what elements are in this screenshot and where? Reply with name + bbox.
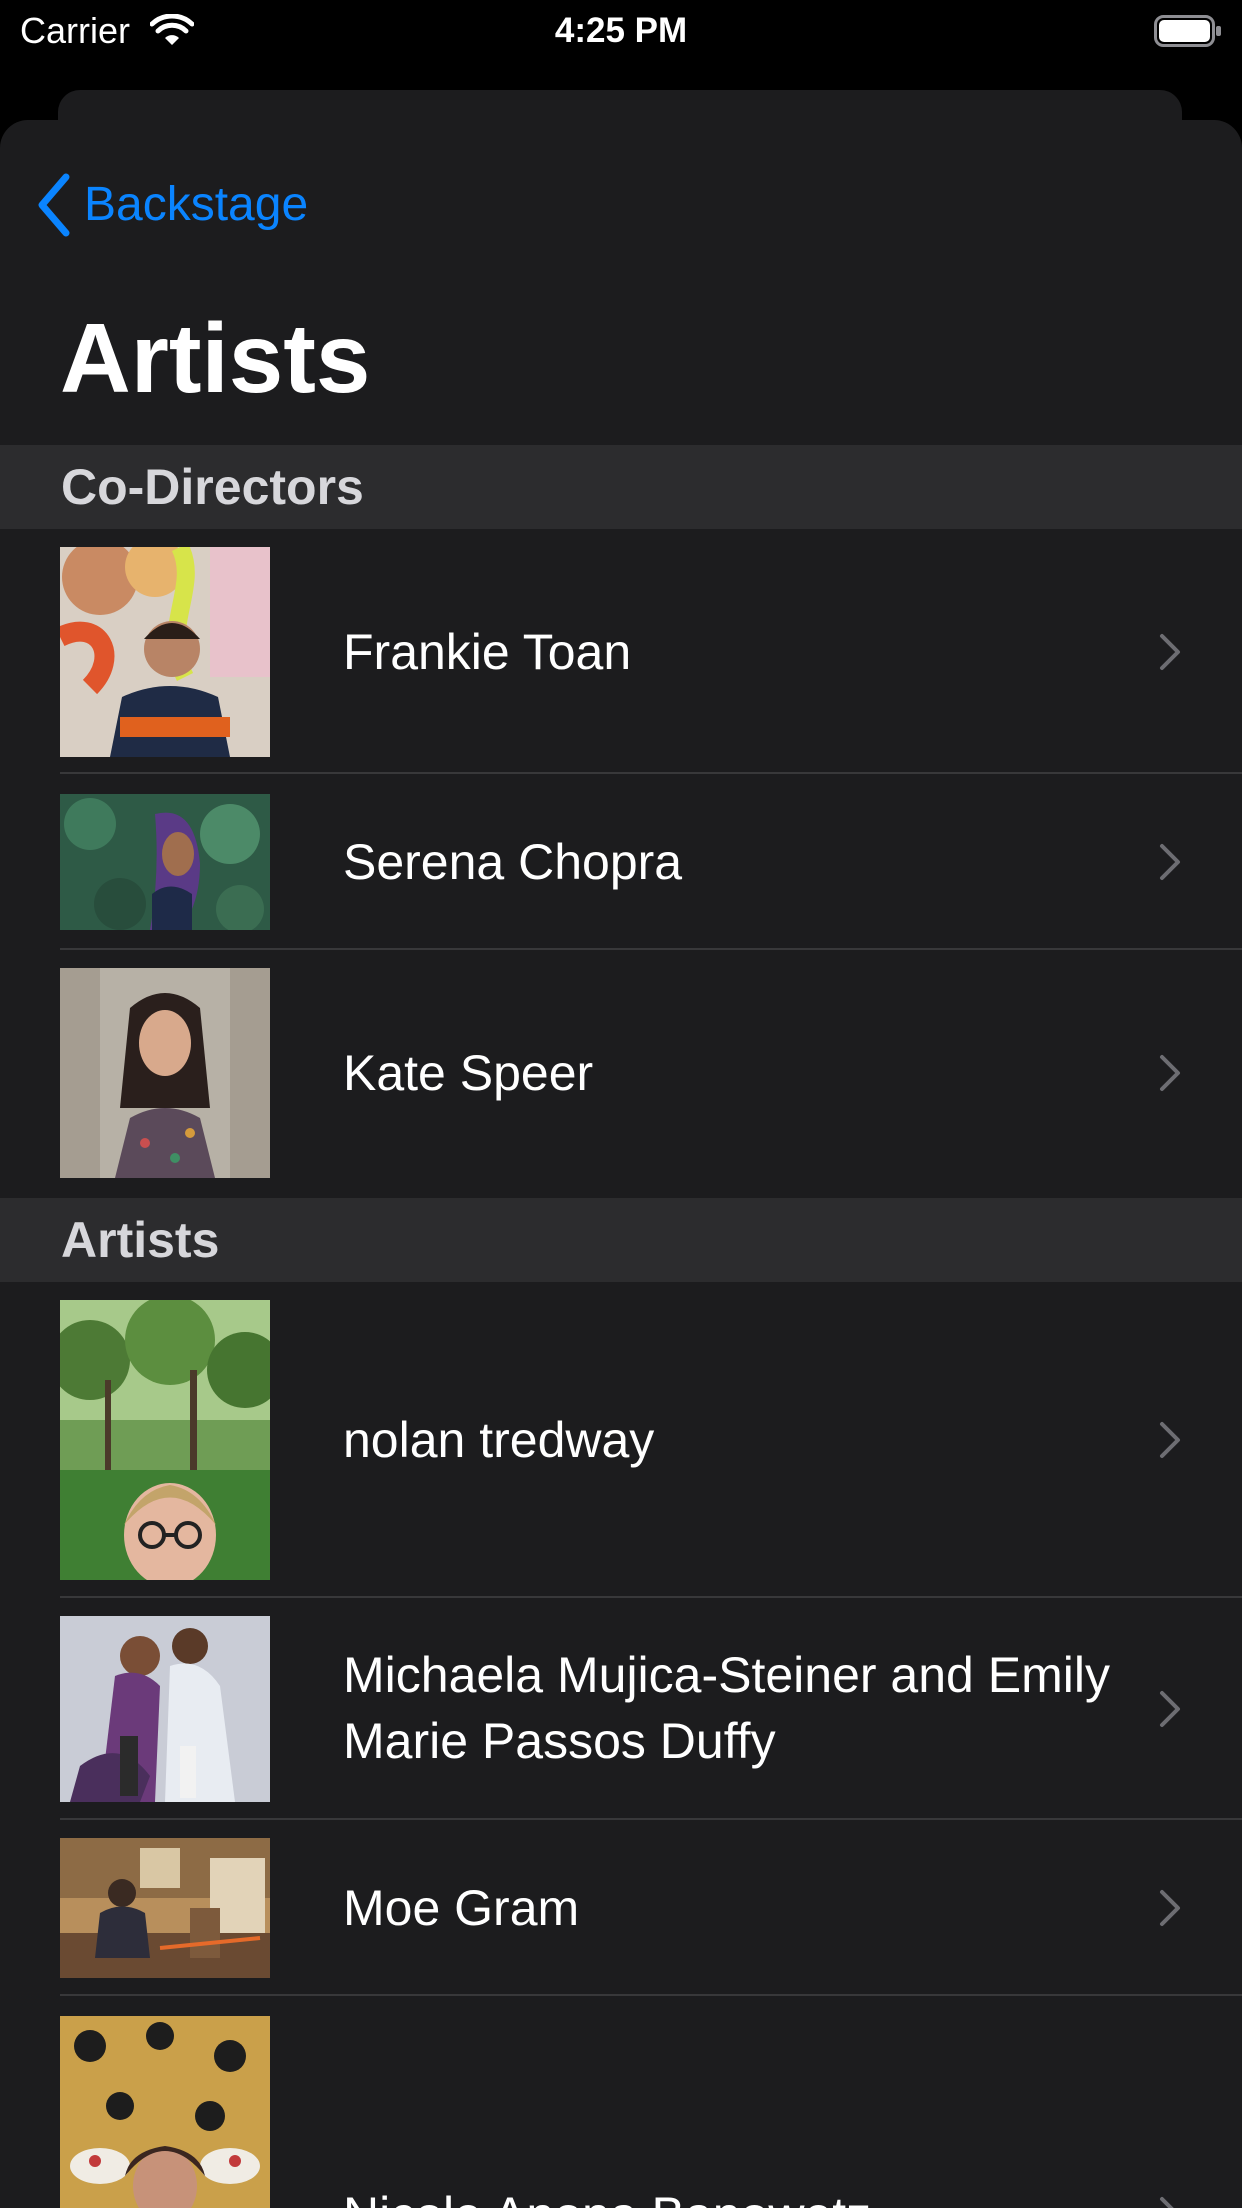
chevron-right-icon <box>1160 1691 1180 1727</box>
clock: 4:25 PM <box>554 11 688 50</box>
list-item[interactable]: Michaela Mujica-Steiner and Emily Marie … <box>0 1598 1242 1820</box>
artist-photo <box>60 1838 270 1978</box>
back-button[interactable]: Backstage <box>34 170 308 240</box>
status-bar: Carrier 4:25 PM <box>0 0 1242 62</box>
list-item[interactable]: Nicole Anona Banowetz <box>0 1996 1242 2208</box>
back-button-label: Backstage <box>84 178 309 231</box>
artist-photo <box>60 794 270 930</box>
list-item[interactable]: Serena Chopra <box>0 774 1242 950</box>
artist-name: Moe Gram <box>343 1880 580 1936</box>
list-item[interactable]: Moe Gram <box>0 1820 1242 1996</box>
artists-sheet: Backstage Artists Co-Directors Frankie T… <box>0 120 1242 2208</box>
list-item[interactable]: Kate Speer <box>0 950 1242 1195</box>
chevron-right-icon <box>1160 1422 1180 1458</box>
artist-photo <box>60 968 270 1178</box>
artist-name: Michaela Mujica-Steiner and Emily Marie … <box>343 1647 1110 1769</box>
chevron-left-icon <box>38 173 70 237</box>
battery-icon <box>1154 15 1221 47</box>
artist-name: Serena Chopra <box>343 834 683 890</box>
artist-photo <box>60 2016 270 2208</box>
chevron-right-icon <box>1160 844 1180 880</box>
page-title: Artists <box>60 303 371 413</box>
chevron-right-icon <box>1160 1055 1180 1091</box>
artist-name: nolan tredway <box>343 1412 655 1468</box>
artist-name: Frankie Toan <box>343 624 632 680</box>
artist-name: Kate Speer <box>343 1045 594 1101</box>
chevron-right-icon <box>1160 2197 1174 2208</box>
list-item[interactable]: nolan tredway <box>0 1282 1242 1598</box>
list-item[interactable]: Frankie Toan <box>0 529 1242 774</box>
artist-photo <box>60 1616 270 1802</box>
section-header-co-directors: Co-Directors <box>0 445 1242 529</box>
artist-photo <box>60 547 270 757</box>
chevron-right-icon <box>1160 1890 1180 1926</box>
chevron-right-icon <box>1160 634 1180 670</box>
artist-name: Nicole Anona Banowetz <box>343 2182 1143 2208</box>
section-header-artists: Artists <box>0 1198 1242 1282</box>
artist-photo <box>60 1300 270 1580</box>
